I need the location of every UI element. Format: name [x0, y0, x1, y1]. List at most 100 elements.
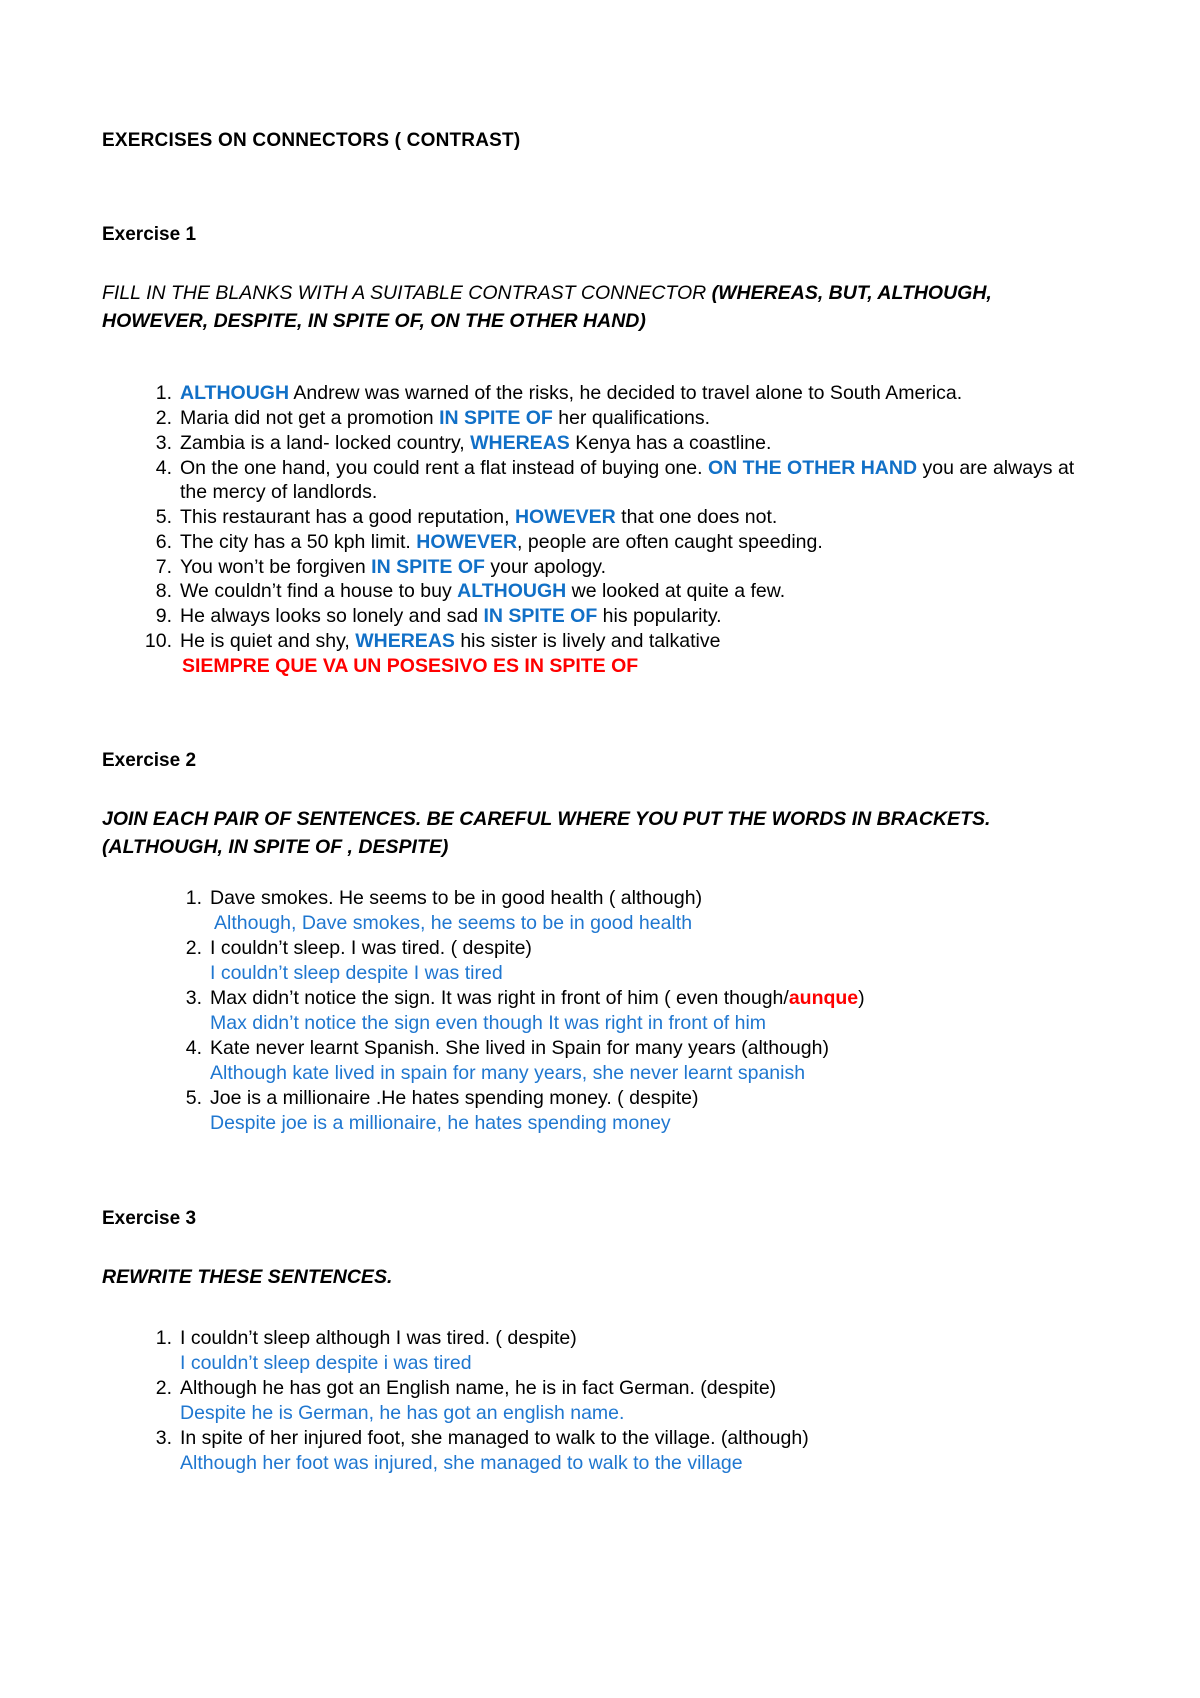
list-item: 2. Maria did not get a promotion IN SPITE… — [140, 406, 1100, 431]
student-answer: Although her foot was injured, she manag… — [180, 1451, 743, 1474]
exercise2-heading: Exercise 2 — [102, 750, 197, 772]
list-item-number: 4. — [155, 456, 172, 479]
student-answer: Although kate lived in spain for many ye… — [210, 1061, 806, 1084]
list-item: 2. Although he has got an English name, h… — [140, 1376, 1100, 1426]
list-item-prompt: Although he has got an English name, he … — [180, 1377, 777, 1399]
student-answer: Although, Dave smokes, he seems to be in… — [214, 911, 693, 934]
list-item-number: 4. — [185, 1037, 202, 1060]
list-item-post: his popularity. — [597, 605, 722, 628]
list-item: 3. Max didn’t notice the sign. It was rig… — [170, 986, 1100, 1036]
connector-answer: ALTHOUGH — [180, 382, 290, 405]
list-item: 1. ALTHOUGH Andrew was warned of the risk… — [140, 381, 1100, 406]
list-item-prompt-pre: Max didn’t notice the sign. It was right… — [210, 986, 789, 1009]
list-item: 10. He is quiet and shy, WHEREAS his sist… — [140, 629, 1100, 679]
list-item-number: 3. — [155, 1427, 172, 1450]
list-item-number: 1. — [185, 886, 202, 909]
list-item-pre: He is quiet and shy, — [180, 629, 356, 652]
list-item-number: 1. — [155, 1326, 172, 1349]
exercise3-list: 1. I couldn’t sleep although I was tired.… — [140, 1326, 1100, 1476]
list-item-number: 3. — [155, 431, 172, 454]
list-item-post: Andrew was warned of the risks, he decid… — [289, 382, 963, 405]
list-item-prompt-post: ) — [858, 986, 865, 1009]
exercise1-instruction: FILL IN THE BLANKS WITH A SUITABLE CONTR… — [102, 280, 1100, 335]
list-item: 1. Dave smokes. He seems to be in good he… — [170, 886, 1100, 936]
list-item-pre: Maria did not get a promotion — [180, 407, 440, 430]
connector-answer: IN SPITE OF — [439, 407, 553, 430]
list-item: 8. We couldn’t find a house to buy ALTHOU… — [140, 579, 1100, 604]
list-item-prompt: I couldn’t sleep. I was tired. ( despite… — [210, 936, 532, 959]
list-item-pre: On the one hand, you could rent a flat i… — [180, 456, 708, 479]
connector-answer: IN SPITE OF — [371, 555, 485, 578]
list-item-number: 2. — [185, 936, 202, 959]
connector-answer: ON THE OTHER HAND — [707, 456, 918, 479]
list-item-pre: Zambia is a land- locked country, — [180, 431, 471, 454]
connector-answer: HOWEVER — [514, 506, 616, 529]
exercise3-instruction: REWRITE THESE SENTENCES. — [102, 1266, 393, 1289]
list-item-pre: We couldn’t find a house to buy — [180, 580, 458, 603]
connector-answer: ALTHOUGH — [457, 580, 567, 603]
student-answer: Max didn’t notice the sign even though I… — [210, 1011, 767, 1034]
list-item-post: your apology. — [484, 555, 606, 578]
exercise2-list-block: 1. Dave smokes. He seems to be in good he… — [100, 886, 1100, 1136]
list-item-pre: The city has a 50 kph limit. — [180, 530, 417, 553]
list-item-pre: He always looks so lonely and sad — [180, 605, 484, 628]
connector-answer: IN SPITE OF — [483, 605, 598, 628]
list-item-prompt: In spite of her injured foot, she manage… — [180, 1427, 809, 1450]
list-item-number: 6. — [155, 530, 172, 553]
exercise1-heading: Exercise 1 — [102, 224, 197, 245]
list-item-post: his sister is lively and talkative — [454, 629, 721, 652]
spanish-gloss: aunque — [788, 986, 859, 1009]
list-item: 6. The city has a 50 kph limit. HOWEVER, … — [140, 530, 1100, 555]
exercise1-instruction-plain: FILL IN THE BLANKS WITH A SUITABLE CONTR… — [102, 282, 712, 304]
list-item-number: 8. — [155, 580, 172, 603]
list-item-number: 1. — [155, 382, 172, 405]
exercise1-list-block: 1. ALTHOUGH Andrew was warned of the risk… — [100, 381, 1100, 678]
exercise1-list: 1. ALTHOUGH Andrew was warned of the risk… — [140, 381, 1100, 678]
list-item: 2. I couldn’t sleep. I was tired. ( despi… — [170, 936, 1100, 986]
list-item-number: 10. — [144, 629, 172, 652]
list-item: 4. On the one hand, you could rent a flat… — [140, 456, 1100, 506]
list-item: 5. This restaurant has a good reputation,… — [140, 505, 1100, 530]
list-item-post: that one does not. — [615, 506, 778, 529]
exercise3-heading: Exercise 3 — [102, 1208, 197, 1230]
connector-answer: HOWEVER — [416, 530, 518, 553]
spanish-note: SIEMPRE QUE VA UN POSESIVO ES IN SPITE O… — [182, 654, 639, 677]
list-item: 5. Joe is a millionaire .He hates spendin… — [170, 1086, 1100, 1136]
connector-answer: WHEREAS — [470, 431, 570, 454]
list-item-number: 3. — [185, 986, 202, 1009]
list-item-pre: You won’t be forgiven — [180, 555, 372, 578]
document-page: EXERCISES ON CONNECTORS ( CONTRAST) Exer… — [0, 0, 1200, 1698]
list-item: 9. He always looks so lonely and sad IN S… — [140, 604, 1100, 629]
list-item-number: 7. — [155, 555, 172, 578]
student-answer: I couldn’t sleep despite i was tired — [180, 1351, 472, 1374]
list-item: 7. You won’t be forgiven IN SPITE OF your… — [140, 555, 1100, 580]
list-item-number: 2. — [155, 1377, 172, 1399]
student-answer: Despite he is German, he has got an engl… — [180, 1401, 625, 1424]
list-item: 1. I couldn’t sleep although I was tired.… — [140, 1326, 1100, 1376]
list-item-number: 5. — [185, 1087, 202, 1110]
list-item-number: 2. — [155, 407, 172, 430]
connector-answer: WHEREAS — [355, 629, 455, 652]
list-item-number: 5. — [155, 506, 172, 529]
list-item-number: 9. — [155, 605, 172, 628]
student-answer: Despite joe is a millionaire, he hates s… — [210, 1111, 671, 1134]
page-title: EXERCISES ON CONNECTORS ( CONTRAST) — [102, 130, 521, 151]
list-item-prompt: Joe is a millionaire .He hates spending … — [210, 1087, 699, 1110]
list-item-post: Kenya has a coastline. — [569, 431, 772, 454]
list-item-post: , people are often caught speeding. — [517, 530, 823, 553]
exercise2-list: 1. Dave smokes. He seems to be in good he… — [170, 886, 1100, 1136]
exercise2-instruction: JOIN EACH PAIR OF SENTENCES. BE CAREFUL … — [102, 808, 991, 859]
list-item-prompt: Dave smokes. He seems to be in good heal… — [210, 886, 703, 909]
list-item-post: her qualifications. — [552, 407, 710, 430]
list-item: 3. Zambia is a land- locked country, WHER… — [140, 431, 1100, 456]
list-item-post: we looked at quite a few. — [566, 580, 786, 603]
list-item-pre: This restaurant has a good reputation, — [180, 506, 515, 529]
